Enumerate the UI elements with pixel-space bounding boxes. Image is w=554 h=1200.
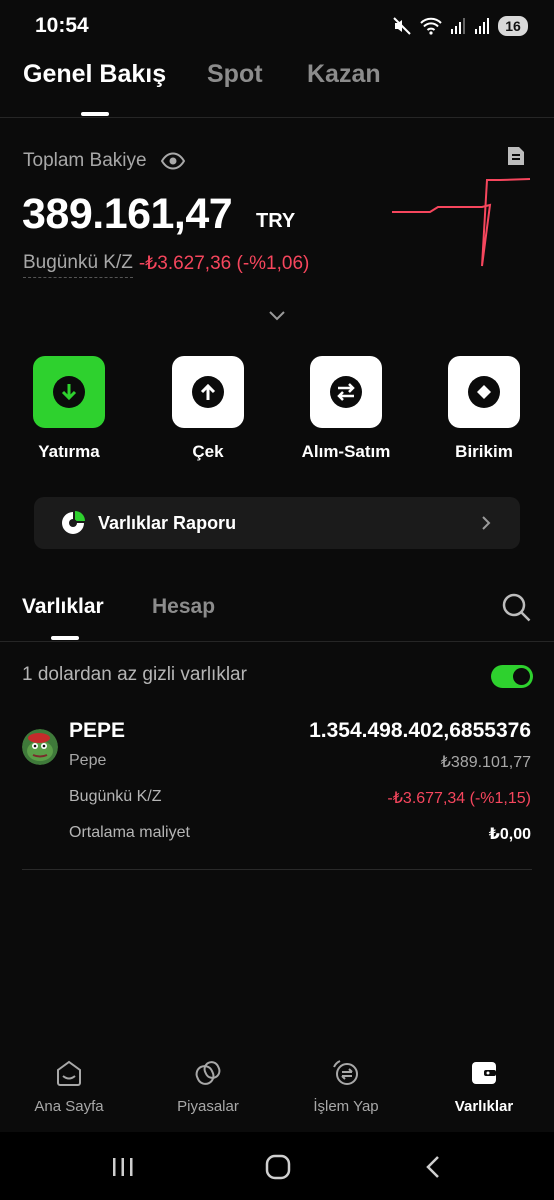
tab-varliklar[interactable]: Varlıklar	[22, 595, 104, 619]
deposit-label: Yatırma	[38, 442, 100, 461]
nav-label-home: Ana Sayfa	[34, 1098, 104, 1115]
tab-hesap[interactable]: Hesap	[152, 595, 215, 619]
balance-label: Toplam Bakiye	[23, 150, 147, 171]
withdraw-button[interactable]: Çek	[138, 356, 278, 462]
markets-coins-icon	[195, 1061, 221, 1085]
tab-spot[interactable]: Spot	[207, 60, 263, 89]
home-icon	[57, 1060, 81, 1086]
trade-icon	[333, 1060, 358, 1085]
assets-report-label: Varlıklar Raporu	[98, 512, 237, 533]
nav-item-home[interactable]: Ana Sayfa	[0, 1058, 139, 1115]
asset-avg-cost-label: Ortalama maliyet	[69, 824, 190, 841]
balance-currency: TRY	[256, 210, 296, 232]
deposit-button[interactable]: Yatırma	[0, 356, 139, 462]
tab-kazan[interactable]: Kazan	[307, 60, 381, 89]
balance-amount: 389.161,47	[22, 190, 233, 238]
pie-chart-icon	[62, 511, 85, 534]
nav-label-trade: İşlem Yap	[313, 1098, 379, 1115]
wifi-icon	[420, 17, 442, 35]
today-pnl-row: Bugünkü K/Z -₺3.627,36 (-%1,06)	[23, 252, 309, 278]
signal-icon-2	[475, 18, 489, 34]
asset-tab-indicator	[51, 636, 79, 640]
swap-arrows-icon	[330, 376, 362, 408]
trade-button[interactable]: Alım-Satım	[276, 356, 416, 462]
balance-sparkline	[392, 178, 531, 267]
nav-item-markets[interactable]: Piyasalar	[138, 1058, 278, 1115]
battery-badge: 16	[498, 16, 528, 36]
asset-symbol[interactable]: PEPE	[69, 719, 125, 743]
search-icon[interactable]	[500, 591, 532, 623]
top-tab-indicator	[81, 112, 109, 116]
signal-icon	[451, 18, 465, 34]
trade-label: Alım-Satım	[301, 442, 391, 461]
savings-label: Birikim	[455, 442, 513, 461]
nav-item-assets[interactable]: Varlıklar	[414, 1058, 554, 1115]
asset-pnl-value: -₺3.677,34 (-%1,15)	[387, 790, 531, 807]
savings-button[interactable]: Birikim	[414, 356, 554, 462]
balance-label-row: Toplam Bakiye	[23, 150, 185, 172]
status-icons: 16	[392, 14, 528, 38]
top-tabs: Genel Bakış Spot Kazan	[0, 56, 554, 118]
asset-tabs: Varlıklar Hesap	[0, 585, 554, 642]
quick-actions: Yatırma Çek Alım-Satım Birikim	[0, 356, 554, 466]
nav-label-markets: Piyasalar	[177, 1098, 239, 1115]
withdraw-label: Çek	[192, 442, 224, 461]
recent-apps-icon[interactable]	[110, 1154, 136, 1180]
nav-item-trade[interactable]: İşlem Yap	[276, 1058, 416, 1115]
asset-avg-cost-value: ₺0,00	[488, 826, 531, 843]
wallet-icon	[472, 1062, 496, 1084]
assets-report-banner[interactable]: Varlıklar Raporu	[34, 497, 520, 549]
asset-pnl-label: Bugünkü K/Z	[69, 788, 162, 805]
today-pnl-value: -₺3.627,36 (-%1,06)	[138, 253, 310, 274]
asset-divider	[22, 869, 532, 870]
tab-genel-bakis[interactable]: Genel Bakış	[23, 60, 166, 89]
deposit-arrow-down-icon	[53, 376, 85, 408]
bottom-nav: Ana Sayfa Piyasalar İşlem Yap Varlıklar	[0, 1058, 554, 1132]
hide-small-assets-toggle[interactable]	[491, 665, 533, 688]
asset-name: Pepe	[69, 752, 107, 769]
status-bar: 10:54 16	[0, 0, 554, 50]
hide-small-assets-label: 1 dolardan az gizli varlıklar	[22, 664, 247, 685]
nav-label-assets: Varlıklar	[454, 1098, 514, 1115]
withdraw-arrow-up-icon	[192, 376, 224, 408]
today-pnl-label[interactable]: Bugünkü K/Z	[23, 252, 133, 278]
asset-value: ₺389.101,77	[440, 754, 531, 771]
asset-amount: 1.354.498.402,6855376	[309, 719, 531, 742]
chevron-right-icon	[482, 516, 491, 530]
pepe-avatar	[22, 729, 58, 765]
back-icon[interactable]	[423, 1154, 443, 1180]
mute-icon	[393, 17, 411, 35]
eye-icon[interactable]	[160, 152, 185, 170]
toggle-knob	[513, 668, 530, 685]
home-button-icon[interactable]	[264, 1154, 292, 1180]
savings-diamond-icon	[468, 376, 500, 408]
status-time: 10:54	[35, 14, 89, 37]
system-navigation-bar	[0, 1132, 554, 1200]
chevron-down-icon[interactable]	[266, 308, 288, 322]
